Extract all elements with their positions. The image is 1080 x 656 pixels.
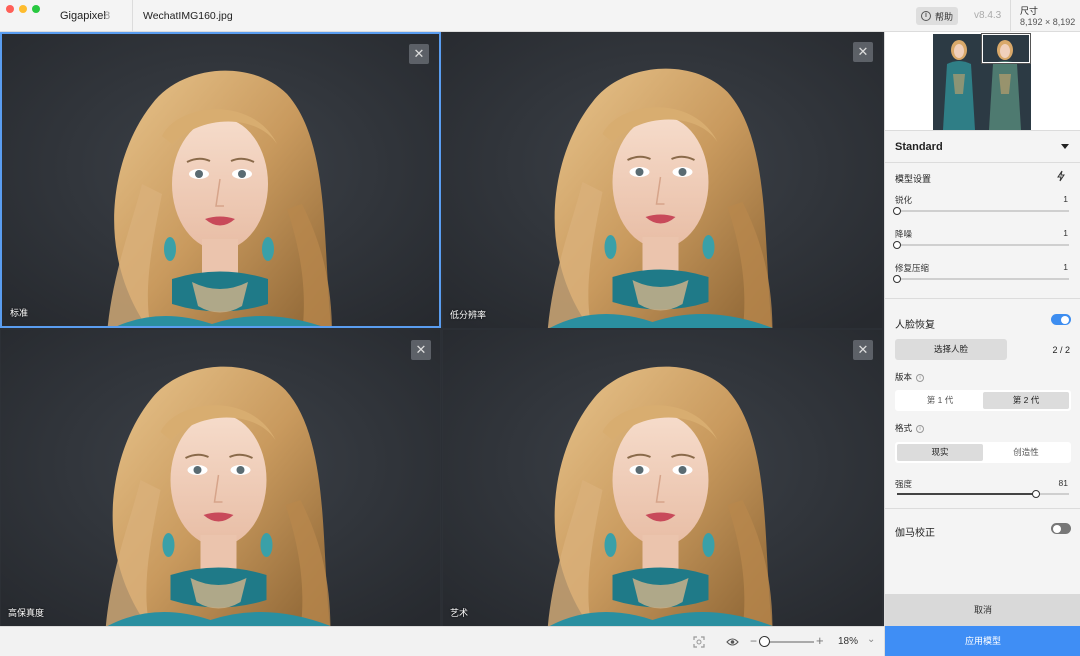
model-select[interactable]: Standard: [895, 141, 943, 153]
preview-label: 标准: [10, 308, 29, 318]
close-icon[interactable]: ✕: [853, 42, 873, 62]
settings-sidebar: Standard 模型设置 锐化 1 降噪 1 修复压缩 1 人脸恢复 选择人脸…: [884, 32, 1080, 656]
zoom-slider-knob[interactable]: [759, 636, 770, 647]
close-icon[interactable]: ✕: [853, 340, 873, 360]
titlebar-divider: [132, 0, 133, 32]
divider: [885, 508, 1080, 509]
strength-value[interactable]: 81: [1059, 478, 1068, 488]
slider-knob[interactable]: [893, 207, 901, 215]
close-icon[interactable]: ✕: [411, 340, 431, 360]
chevron-down-icon[interactable]: ⌄: [867, 634, 875, 645]
sharpen-slider[interactable]: [893, 207, 1069, 215]
app-name: Gigapixel: [60, 10, 106, 22]
zoom-in-icon[interactable]: +: [816, 633, 824, 648]
preview-pane-standard[interactable]: ✕ 标准: [0, 32, 441, 328]
style-title: 格式 i: [895, 422, 925, 434]
gamma-correction-title: 伽马校正: [895, 528, 935, 539]
face-recovery-title: 人脸恢复: [895, 320, 935, 331]
minimize-window-button[interactable]: [19, 5, 27, 13]
divider: [885, 130, 1080, 131]
zoom-window-button[interactable]: [32, 5, 40, 13]
zoom-out-icon[interactable]: −: [750, 634, 757, 648]
navigator-thumbnail[interactable]: [885, 32, 1080, 130]
portrait-image: [2, 34, 439, 326]
slider-value[interactable]: 1: [1063, 228, 1068, 238]
preview-pane-art[interactable]: ✕ 艺术: [442, 330, 883, 626]
version-segmented-control: 第 1 代 第 2 代: [895, 390, 1071, 411]
chevron-down-icon[interactable]: [1061, 144, 1069, 149]
gamma-correction-toggle[interactable]: [1051, 523, 1071, 534]
divider: [885, 162, 1080, 163]
bottom-toolbar: − + 18% ⌄: [0, 626, 884, 656]
strength-label: 强度: [895, 479, 913, 489]
preview-pane-high-fidelity[interactable]: ✕ 高保真度: [0, 330, 441, 626]
slider-label: 修复压缩: [895, 263, 930, 273]
preview-label: 低分辨率: [450, 310, 487, 320]
navigator-viewport-box[interactable]: [981, 33, 1031, 64]
close-icon[interactable]: ✕: [409, 44, 429, 64]
zoom-value[interactable]: 18%: [838, 636, 858, 647]
version-option-gen2[interactable]: 第 2 代: [983, 392, 1069, 409]
size-label: 尺寸: [1020, 6, 1039, 16]
select-faces-button[interactable]: 选择人脸: [895, 339, 1007, 360]
model-settings-title: 模型设置: [895, 174, 932, 184]
info-icon[interactable]: i: [916, 424, 925, 433]
version-label: v8.4.3: [974, 10, 1002, 21]
preview-pane-low-res[interactable]: ✕ 低分辨率: [442, 32, 883, 328]
slider-value[interactable]: 1: [1063, 194, 1068, 204]
close-window-button[interactable]: [6, 5, 14, 13]
strength-slider[interactable]: [897, 490, 1069, 498]
portrait-image: [442, 32, 883, 328]
style-option-realistic[interactable]: 现实: [897, 444, 983, 461]
version-option-gen1[interactable]: 第 1 代: [897, 392, 983, 409]
help-label: 帮助: [934, 11, 953, 22]
style-option-creative[interactable]: 创造性: [983, 444, 1069, 461]
eye-icon[interactable]: [726, 637, 739, 647]
auto-icon[interactable]: [1055, 170, 1067, 182]
titlebar-divider: [1010, 0, 1011, 32]
slider-knob[interactable]: [893, 275, 901, 283]
denoise-slider[interactable]: [893, 241, 1069, 249]
slider-knob[interactable]: [1032, 490, 1041, 498]
slider-label: 降噪: [895, 229, 913, 239]
divider: [885, 298, 1080, 299]
help-button[interactable]: i 帮助: [916, 7, 958, 25]
portrait-image: [0, 330, 441, 626]
portrait-image: [442, 330, 883, 626]
preview-label: 艺术: [450, 608, 469, 618]
info-icon[interactable]: i: [916, 373, 925, 382]
slider-knob[interactable]: [893, 241, 901, 249]
preview-label: 高保真度: [8, 608, 45, 618]
slider-label: 锐化: [895, 195, 913, 205]
app-major-version: 8: [104, 10, 111, 22]
face-count: 2 / 2: [1052, 345, 1070, 355]
cancel-button[interactable]: 取消: [885, 594, 1080, 626]
face-recovery-toggle[interactable]: [1051, 314, 1071, 325]
title-bar: Gigapixel 8 WechatIMG160.jpg i 帮助 v8.4.3…: [0, 0, 1080, 32]
version-title: 版本 i: [895, 371, 925, 383]
size-value: 8,192 × 8,192: [1020, 17, 1076, 27]
fix-compression-slider[interactable]: [893, 275, 1069, 283]
slider-value[interactable]: 1: [1063, 262, 1068, 272]
file-name: WechatIMG160.jpg: [143, 10, 233, 22]
apply-model-button[interactable]: 应用模型: [885, 626, 1080, 656]
info-icon: i: [920, 11, 931, 21]
style-segmented-control: 现实 创造性: [895, 442, 1071, 463]
slider-fill: [897, 493, 1037, 495]
face-detect-icon[interactable]: [693, 636, 705, 648]
